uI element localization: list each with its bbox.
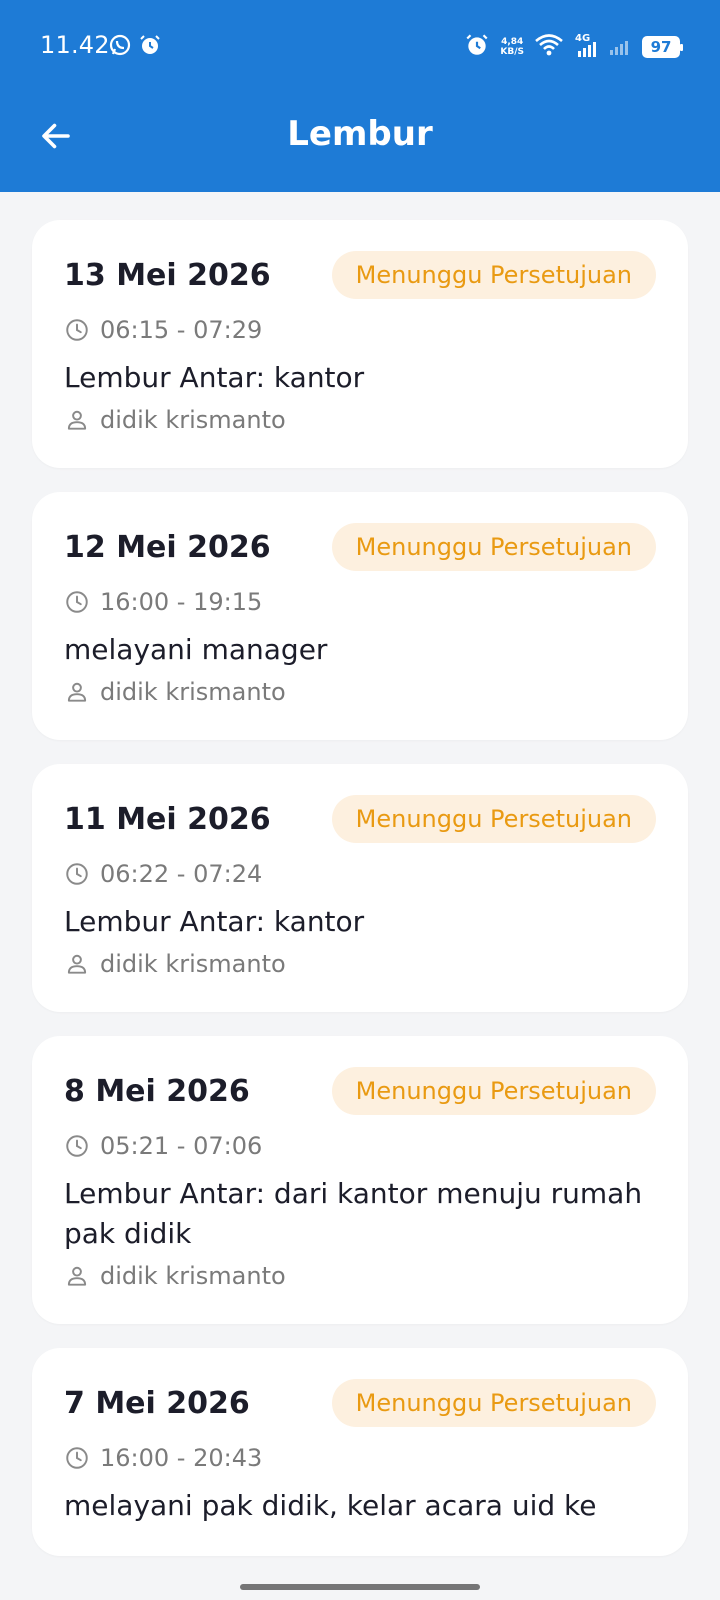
person-icon xyxy=(67,1266,87,1286)
signal-4g-icon: 4G xyxy=(574,33,598,59)
overtime-date: 13 Mei 2026 xyxy=(64,257,271,293)
network-speed-value: 4,84 xyxy=(501,37,524,47)
clock-icon xyxy=(66,1135,88,1157)
app-bar: Lembur xyxy=(0,92,720,192)
overtime-card[interactable]: 8 Mei 2026 Menunggu Persetujuan 05:21 - … xyxy=(32,1036,688,1324)
overtime-list: 13 Mei 2026 Menunggu Persetujuan 06:15 -… xyxy=(32,220,688,1580)
alarm-icon xyxy=(138,33,162,61)
employee-name: didik krismanto xyxy=(100,406,286,434)
overtime-description: Lembur Antar: dari kantor menuju rumah p… xyxy=(64,1177,643,1250)
overtime-time: 06:22 - 07:24 xyxy=(100,860,263,888)
signal-weak-icon xyxy=(608,33,632,61)
home-indicator[interactable] xyxy=(240,1584,480,1590)
status-notification-icons xyxy=(108,33,162,61)
overtime-time: 16:00 - 20:43 xyxy=(100,1444,263,1472)
status-badge: Menunggu Persetujuan xyxy=(331,795,656,843)
overtime-time: 05:21 - 07:06 xyxy=(100,1132,263,1160)
overtime-date: 7 Mei 2026 xyxy=(64,1385,250,1421)
overtime-date: 11 Mei 2026 xyxy=(64,801,271,837)
overtime-description: Lembur Antar: kantor xyxy=(64,905,365,938)
employee-name: didik krismanto xyxy=(100,678,286,706)
wifi-icon xyxy=(534,33,564,61)
employee-name: didik krismanto xyxy=(100,1262,286,1290)
overtime-date: 12 Mei 2026 xyxy=(64,529,271,565)
status-badge: Menunggu Persetujuan xyxy=(331,523,656,571)
person-icon xyxy=(67,682,87,702)
clock-icon xyxy=(66,1447,88,1469)
network-speed-unit: KB/S xyxy=(500,47,524,57)
status-time: 11.42 xyxy=(40,31,110,59)
battery-icon: 97 xyxy=(642,36,683,58)
overtime-description: melayani manager xyxy=(64,633,328,666)
overtime-time: 06:15 - 07:29 xyxy=(100,316,263,344)
overtime-card[interactable]: 13 Mei 2026 Menunggu Persetujuan 06:15 -… xyxy=(32,220,688,468)
person-icon xyxy=(67,410,87,430)
network-speed: 4,84 KB/S xyxy=(500,37,524,57)
overtime-date: 8 Mei 2026 xyxy=(64,1073,250,1109)
clock-icon xyxy=(66,319,88,341)
employee-name: didik krismanto xyxy=(100,950,286,978)
overtime-card[interactable]: 11 Mei 2026 Menunggu Persetujuan 06:22 -… xyxy=(32,764,688,1012)
clock-icon xyxy=(66,863,88,885)
overtime-description: melayani pak didik, kelar acara uid ke xyxy=(64,1489,597,1522)
network-type-label: 4G xyxy=(575,33,591,44)
overtime-description: Lembur Antar: kantor xyxy=(64,361,365,394)
whatsapp-icon xyxy=(108,33,132,61)
page-title: Lembur xyxy=(287,114,433,154)
screen: 11.42 4,84 KB/S 4G 97 Lembur 13 Mei 2026… xyxy=(0,0,720,1600)
overtime-card[interactable]: 12 Mei 2026 Menunggu Persetujuan 16:00 -… xyxy=(32,492,688,740)
status-badge: Menunggu Persetujuan xyxy=(331,251,656,299)
top-bar: 11.42 4,84 KB/S 4G 97 Lembur xyxy=(0,0,720,192)
status-badge: Menunggu Persetujuan xyxy=(331,1379,656,1427)
overtime-time: 16:00 - 19:15 xyxy=(100,588,263,616)
alarm-icon xyxy=(464,32,490,62)
overtime-card[interactable]: 7 Mei 2026 Menunggu Persetujuan 16:00 - … xyxy=(32,1348,688,1556)
status-system-icons: 4,84 KB/S 4G 97 xyxy=(464,32,683,62)
person-icon xyxy=(67,954,87,974)
clock-icon xyxy=(66,591,88,613)
status-badge: Menunggu Persetujuan xyxy=(331,1067,656,1115)
status-bar: 11.42 4,84 KB/S 4G 97 xyxy=(0,0,720,92)
